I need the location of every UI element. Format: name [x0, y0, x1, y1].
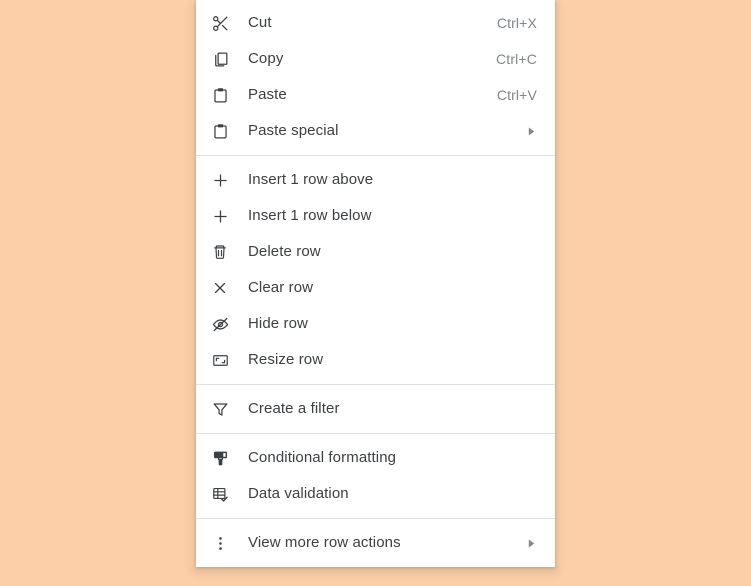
menu-item-data-validation[interactable]: Data validation: [196, 476, 555, 512]
menu-item-label: Conditional formatting: [248, 449, 397, 466]
context-menu[interactable]: Cut Ctrl+X Copy Ctrl+C Paste Ctrl+V Past…: [196, 0, 555, 567]
menu-item-delete-row[interactable]: Delete row: [196, 234, 555, 270]
more-vert-icon: [208, 531, 232, 555]
submenu-arrow-icon: [527, 126, 555, 136]
menu-item-label: Clear row: [248, 279, 314, 296]
menu-item-shortcut: Ctrl+X: [496, 15, 537, 31]
clipboard-icon: [208, 83, 232, 107]
menu-item-insert-row-below[interactable]: Insert 1 row below: [196, 198, 555, 234]
clipboard-icon: [208, 119, 232, 143]
menu-item-cut[interactable]: Cut Ctrl+X: [196, 5, 555, 41]
menu-item-view-more-row-actions[interactable]: View more row actions: [196, 525, 555, 561]
filter-icon: [208, 397, 232, 421]
menu-item-shortcut: Ctrl+C: [496, 51, 537, 67]
paint-roller-icon: [208, 446, 232, 470]
plus-icon: [208, 168, 232, 192]
menu-item-create-a-filter[interactable]: Create a filter: [196, 391, 555, 427]
menu-item-copy[interactable]: Copy Ctrl+C: [196, 41, 555, 77]
menu-item-resize-row[interactable]: Resize row: [196, 342, 555, 378]
menu-item-insert-row-above[interactable]: Insert 1 row above: [196, 162, 555, 198]
menu-item-hide-row[interactable]: Hide row: [196, 306, 555, 342]
menu-group-clipboard: Cut Ctrl+X Copy Ctrl+C Paste Ctrl+V Past…: [196, 0, 555, 155]
menu-item-paste[interactable]: Paste Ctrl+V: [196, 77, 555, 113]
menu-item-label: Data validation: [248, 485, 349, 502]
menu-group-formatting: Conditional formatting Data validation: [196, 434, 555, 518]
menu-item-label: Hide row: [248, 315, 308, 332]
menu-item-conditional-formatting[interactable]: Conditional formatting: [196, 440, 555, 476]
menu-item-paste-special[interactable]: Paste special: [196, 113, 555, 149]
close-icon: [208, 276, 232, 300]
menu-item-label: Resize row: [248, 351, 324, 368]
scissors-icon: [208, 11, 232, 35]
menu-group-more: View more row actions: [196, 519, 555, 567]
menu-item-clear-row[interactable]: Clear row: [196, 270, 555, 306]
copy-icon: [208, 47, 232, 71]
menu-item-shortcut: Ctrl+V: [496, 87, 537, 103]
menu-group-row-actions: Insert 1 row above Insert 1 row below De…: [196, 156, 555, 384]
menu-item-label: Copy: [248, 50, 284, 67]
menu-item-label: Cut: [248, 14, 272, 31]
menu-item-label: Paste: [248, 86, 287, 103]
menu-item-label: View more row actions: [248, 534, 401, 551]
table-check-icon: [208, 482, 232, 506]
menu-item-label: Delete row: [248, 243, 321, 260]
trash-icon: [208, 240, 232, 264]
menu-item-label: Insert 1 row below: [248, 207, 372, 224]
menu-item-label: Create a filter: [248, 400, 340, 417]
menu-item-label: Paste special: [248, 122, 339, 139]
menu-group-filter: Create a filter: [196, 385, 555, 433]
submenu-arrow-icon: [527, 538, 555, 548]
plus-icon: [208, 204, 232, 228]
menu-item-label: Insert 1 row above: [248, 171, 374, 188]
eye-off-icon: [208, 312, 232, 336]
resize-icon: [208, 348, 232, 372]
